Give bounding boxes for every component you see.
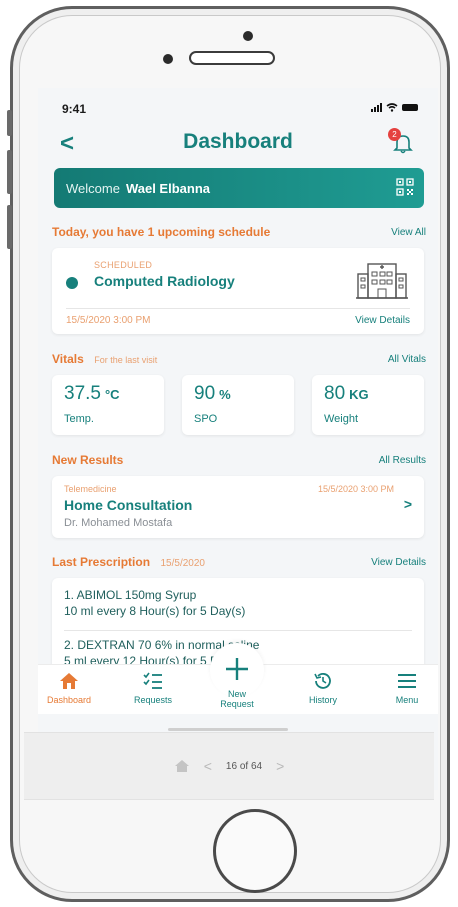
hospital-icon — [356, 263, 408, 299]
prescription-date: 15/5/2020 — [160, 558, 205, 569]
prescription-item-dosage: 10 ml every 8 Hour(s) for 5 Day(s) — [64, 604, 246, 618]
prescription-item-name: 1. ABIMOL 150mg Syrup — [64, 588, 197, 602]
plus-icon[interactable] — [223, 655, 251, 683]
divider — [64, 630, 412, 631]
proximity-sensor — [163, 54, 173, 64]
home-icon[interactable] — [174, 759, 190, 773]
checklist-icon — [143, 672, 162, 689]
home-indicator — [168, 728, 288, 731]
front-camera — [243, 31, 253, 41]
header: < Dashboard 2 — [38, 128, 438, 168]
next-page-icon[interactable]: > — [276, 758, 284, 774]
chevron-right-icon: > — [403, 496, 412, 512]
home-icon — [60, 673, 78, 689]
schedule-datetime: 15/5/2020 3:00 PM — [66, 315, 151, 326]
bottom-tab-bar: Dashboard Requests New Request History M… — [38, 643, 438, 714]
notification-badge: 2 — [388, 128, 401, 141]
wifi-icon — [386, 102, 398, 112]
welcome-prefix: Welcome — [66, 180, 120, 196]
schedule-heading: Today, you have 1 upcoming schedule — [52, 225, 271, 239]
tab-history[interactable]: History — [288, 671, 358, 705]
results-heading: New Results — [52, 453, 124, 467]
page-indicator: 16 of 64 — [225, 760, 263, 772]
vital-value: 37.5 °C — [64, 383, 120, 404]
vital-label: Temp. — [64, 413, 94, 425]
history-icon — [314, 673, 331, 689]
tab-menu[interactable]: Menu — [372, 671, 438, 705]
result-datetime: 15/5/2020 3:00 PM — [317, 484, 394, 494]
mute-switch — [7, 110, 12, 136]
schedule-name: Computed Radiology — [94, 273, 235, 289]
home-button[interactable] — [213, 809, 297, 893]
user-name: Wael Elbanna — [125, 180, 210, 196]
hamburger-menu-icon — [398, 674, 416, 688]
vitals-section-header: Vitals For the last visit All Vitals — [52, 351, 426, 367]
all-results-link[interactable]: All Results — [379, 455, 426, 466]
vital-card-weight[interactable]: 80 KG Weight — [312, 375, 424, 435]
schedule-status: SCHEDULED — [94, 260, 153, 270]
tab-label: Menu — [395, 695, 419, 705]
status-icons — [371, 102, 418, 112]
vitals-subheading: For the last visit — [94, 355, 158, 365]
vital-label: Weight — [324, 413, 359, 425]
status-bar: 9:41 — [38, 88, 438, 128]
schedule-card[interactable]: SCHEDULED Computed Radiology 15/5/2020 3… — [52, 248, 424, 334]
vitals-heading: Vitals — [52, 352, 84, 366]
vital-card-spo[interactable]: 90% SPO — [182, 375, 294, 435]
results-section-header: New Results All Results — [52, 452, 426, 468]
previous-page-icon[interactable]: < — [204, 758, 212, 774]
tab-requests[interactable]: Requests — [118, 671, 188, 705]
result-type: Telemedicine — [64, 484, 117, 494]
welcome-bar: Welcome Wael Elbanna — [54, 168, 424, 208]
prescription-heading: Last Prescription — [52, 555, 151, 569]
prescription-section-header: Last Prescription 15/5/2020 View Details — [52, 554, 426, 570]
vital-value: 90% — [194, 383, 231, 404]
vital-value: 80 KG — [324, 383, 369, 404]
vital-unit: KG — [349, 387, 369, 402]
tab-new-request[interactable]: New Request — [202, 689, 272, 709]
tab-label: History — [308, 695, 337, 705]
tab-label: Dashboard — [46, 695, 92, 705]
vital-card-temp[interactable]: 37.5 °C Temp. — [52, 375, 164, 435]
notifications-button[interactable]: 2 — [388, 128, 416, 156]
tab-label: Request — [220, 699, 254, 709]
volume-up-button — [7, 150, 12, 194]
schedule-section-header: Today, you have 1 upcoming schedule View… — [52, 224, 426, 240]
app-screen: 9:41 < Dashboard 2 Welcome Wael Elbanna — [38, 88, 438, 790]
status-dot — [66, 277, 78, 289]
signal-icon — [371, 102, 382, 112]
tab-label: Requests — [133, 695, 173, 705]
vital-label: SPO — [194, 413, 218, 425]
result-doctor: Dr. Mohamed Mostafa — [64, 517, 173, 529]
earpiece-speaker — [189, 51, 275, 65]
qr-code-icon[interactable] — [396, 178, 414, 196]
schedule-view-details-link[interactable]: View Details — [355, 315, 410, 326]
all-vitals-link[interactable]: All Vitals — [388, 354, 426, 365]
document-pager: < 16 of 64 > — [24, 732, 434, 800]
view-all-link[interactable]: View All — [391, 227, 426, 238]
page-title: Dashboard — [183, 130, 293, 153]
tab-dashboard[interactable]: Dashboard — [38, 671, 104, 705]
volume-down-button — [7, 205, 12, 249]
result-card[interactable]: Telemedicine 15/5/2020 3:00 PM Home Cons… — [52, 476, 424, 538]
tab-label: New — [227, 689, 246, 699]
battery-icon — [402, 103, 418, 111]
status-time: 9:41 — [62, 102, 87, 116]
divider — [66, 308, 410, 309]
vital-unit: °C — [104, 387, 120, 402]
result-title: Home Consultation — [64, 497, 193, 513]
vital-unit: % — [219, 387, 231, 402]
prescription-view-details-link[interactable]: View Details — [371, 557, 426, 568]
